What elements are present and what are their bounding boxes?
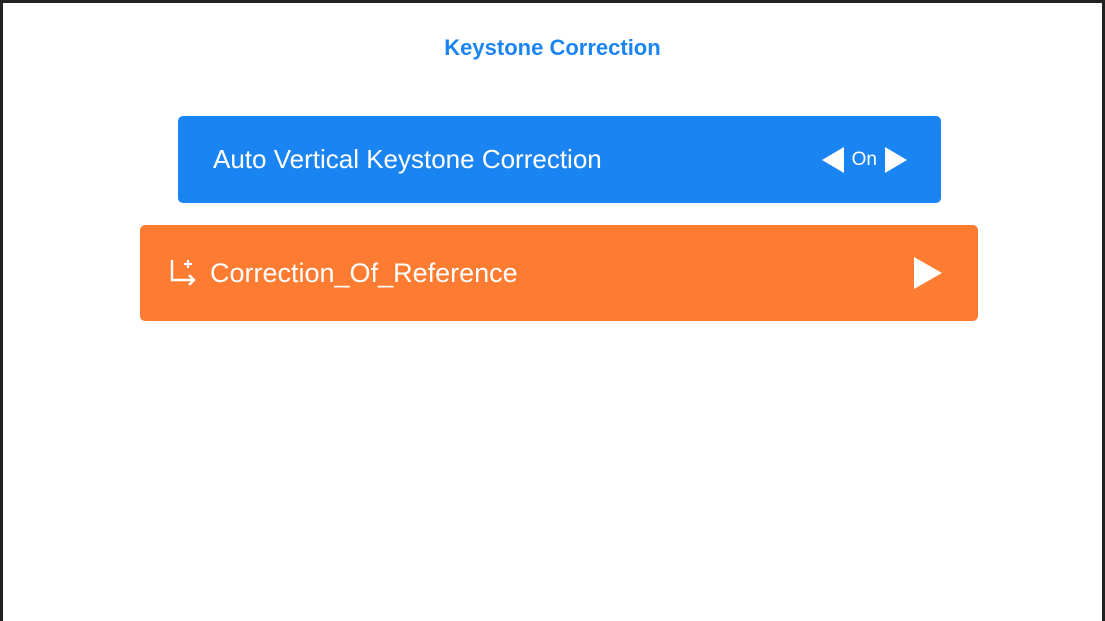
auto-vertical-keystone-label: Auto Vertical Keystone Correction bbox=[213, 144, 602, 174]
keystone-correction-screen: Keystone Correction Auto Vertical Keysto… bbox=[0, 0, 1105, 621]
auto-vertical-keystone-row[interactable]: Auto Vertical Keystone Correction On bbox=[178, 116, 941, 203]
reference-corner-arrow-icon bbox=[168, 256, 202, 290]
triangle-right-icon bbox=[914, 257, 942, 289]
correction-of-reference-row[interactable]: Correction_Of_Reference bbox=[140, 225, 978, 321]
triangle-left-icon[interactable] bbox=[821, 146, 844, 173]
page-title: Keystone Correction bbox=[444, 35, 661, 60]
auto-vertical-keystone-value: On bbox=[851, 148, 877, 170]
auto-vertical-keystone-value-selector: On bbox=[821, 146, 907, 173]
correction-of-reference-label: Correction_Of_Reference bbox=[210, 257, 518, 288]
triangle-right-icon[interactable] bbox=[885, 146, 907, 173]
